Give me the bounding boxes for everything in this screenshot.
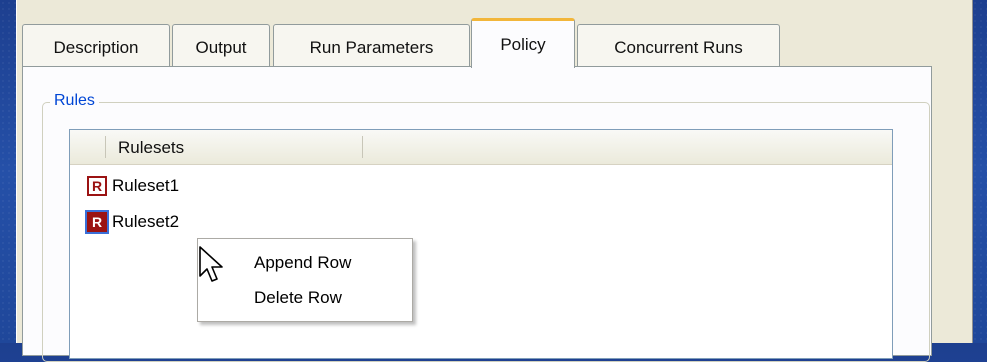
tab-description[interactable]: Description	[22, 24, 170, 66]
list-header: Rulesets	[70, 130, 892, 165]
mouse-pointer-icon	[199, 246, 223, 282]
context-menu: Append Row Delete Row	[197, 238, 413, 322]
column-separator[interactable]	[362, 136, 363, 158]
menu-item-append-row[interactable]: Append Row	[254, 253, 351, 273]
tab-policy[interactable]: Policy	[471, 18, 575, 68]
ruleset-icon: R	[87, 212, 107, 232]
column-header-rulesets[interactable]: Rulesets	[118, 138, 184, 158]
list-item-label: Ruleset2	[112, 212, 180, 231]
list-item-label: Ruleset1	[112, 176, 180, 195]
tab-concurrent-runs[interactable]: Concurrent Runs	[577, 24, 780, 66]
column-separator[interactable]	[105, 136, 106, 158]
tab-output[interactable]: Output	[172, 24, 270, 66]
tab-run-parameters[interactable]: Run Parameters	[273, 24, 470, 66]
menu-item-delete-row[interactable]: Delete Row	[254, 288, 342, 308]
tab-strip: Description Output Run Parameters Policy…	[22, 18, 902, 68]
rulesets-list[interactable]: Rulesets R Ruleset1 R Ruleset2	[69, 129, 893, 359]
rules-group-title: Rules	[50, 92, 99, 110]
ruleset-icon: R	[87, 176, 107, 196]
